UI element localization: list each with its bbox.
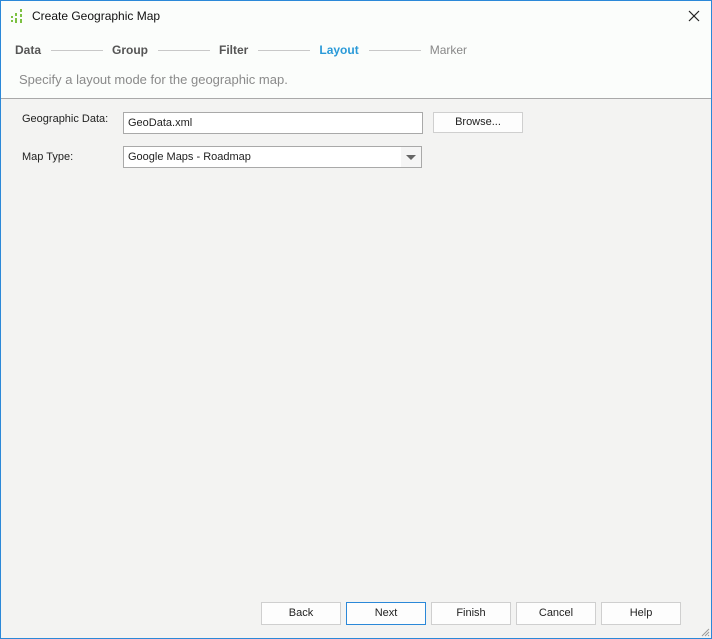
resize-grip-icon[interactable] <box>700 627 710 637</box>
wizard-header: Data Group Filter Layout Marker Specify … <box>1 32 711 99</box>
step-data[interactable]: Data <box>15 43 41 57</box>
geographic-data-input[interactable]: GeoData.xml <box>123 112 423 134</box>
finish-button[interactable]: Finish <box>431 602 511 625</box>
dropdown-button[interactable] <box>401 147 421 167</box>
map-type-label: Map Type: <box>22 151 74 163</box>
step-connector <box>158 49 211 51</box>
step-connector <box>368 49 421 51</box>
next-button[interactable]: Next <box>346 602 426 625</box>
geographic-data-label: Geographic Data: <box>22 113 109 125</box>
map-type-select[interactable]: Google Maps - Roadmap <box>123 146 422 168</box>
close-icon[interactable] <box>685 7 703 25</box>
step-filter[interactable]: Filter <box>219 43 248 57</box>
map-type-value: Google Maps - Roadmap <box>128 151 251 163</box>
step-layout[interactable]: Layout <box>319 43 358 57</box>
help-button[interactable]: Help <box>601 602 681 625</box>
browse-button[interactable]: Browse... <box>433 112 523 133</box>
step-description: Specify a layout mode for the geographic… <box>19 72 288 87</box>
title-bar: Create Geographic Map <box>1 1 711 32</box>
create-geographic-map-dialog: Create Geographic Map Data Group Filter … <box>0 0 712 639</box>
back-button[interactable]: Back <box>261 602 341 625</box>
dialog-title: Create Geographic Map <box>32 9 161 23</box>
wizard-steps: Data Group Filter Layout Marker <box>15 43 467 57</box>
chevron-down-icon <box>406 155 416 160</box>
step-group[interactable]: Group <box>112 43 148 57</box>
step-connector <box>258 49 311 51</box>
step-connector <box>51 49 104 51</box>
cancel-button[interactable]: Cancel <box>516 602 596 625</box>
bar-chart-icon <box>11 9 22 23</box>
step-marker[interactable]: Marker <box>430 43 467 57</box>
